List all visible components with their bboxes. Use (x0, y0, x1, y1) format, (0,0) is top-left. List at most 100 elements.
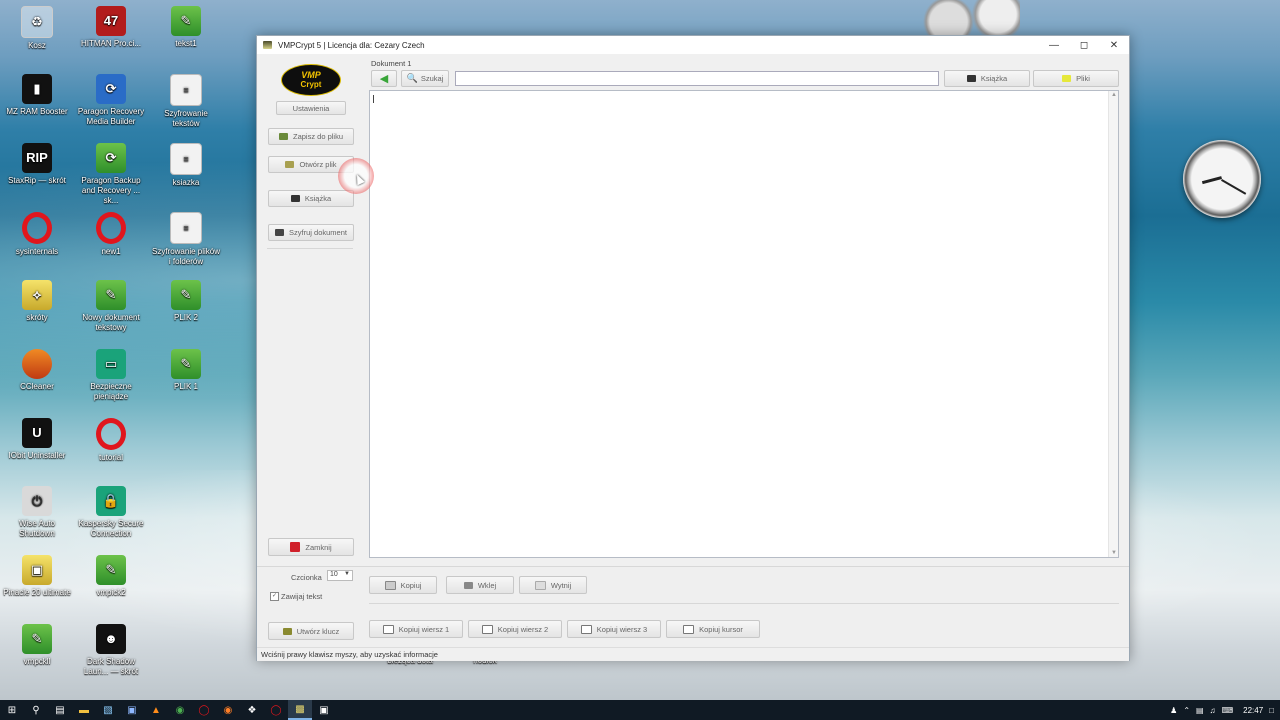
desktop-icon-label: Bezpieczne pieniądze (90, 382, 132, 401)
copy-button[interactable]: Kopiuj (369, 576, 437, 594)
desktop-icon[interactable]: ≡ Szyfrowanie plików i folderów (151, 212, 221, 267)
scroll-down-icon[interactable]: ▼ (1111, 550, 1117, 556)
clock-minute-hand (1221, 179, 1247, 195)
desktop-icon[interactable]: ⟳ Paragon Recovery Media Builder (76, 74, 146, 127)
desktop-icon-label: vmpick2 (96, 588, 126, 597)
desktop-icon[interactable]: sysinternals (2, 212, 72, 257)
desktop-icon-label: Wise Auto Shutdown (18, 519, 55, 538)
document-tab[interactable]: Dokument 1 (371, 59, 411, 68)
settings-button[interactable]: Ustawienia (276, 101, 346, 115)
lower-separator (369, 603, 1119, 604)
vmpcrypt-taskbar-icon[interactable]: ▩ (288, 700, 312, 720)
ccleaner-icon (22, 349, 52, 379)
book-button[interactable]: Książka (268, 190, 354, 207)
start-button[interactable]: ⊞ (0, 700, 24, 720)
desktop-icon[interactable]: tutorial (76, 418, 146, 463)
status-text: Wciśnij prawy klawisz myszy, aby uzyskać… (261, 649, 438, 659)
desktop-icon[interactable]: ≡ Szyfrowanie tekstów (151, 74, 221, 129)
desktop-icon[interactable]: ✎ PLIK 1 (151, 349, 221, 392)
create-key-button[interactable]: Utwórz klucz (268, 622, 354, 640)
clock-gadget[interactable] (1183, 140, 1261, 218)
search-button[interactable]: 🔍 Szukaj (401, 70, 449, 87)
chrome-icon[interactable]: ◉ (168, 700, 192, 720)
store-icon[interactable]: ▣ (120, 700, 144, 720)
copy-row1-button[interactable]: Kopiuj wiersz 1 (369, 620, 463, 638)
desktop-icon-label: tutorial (98, 453, 123, 462)
app-window-icon[interactable]: ▣ (312, 700, 336, 720)
title-bar[interactable]: VMPCrypt 5 | Licencja dla: Cezary Czech … (257, 36, 1129, 54)
desktop-icon[interactable]: U IObit Uninstaller (2, 418, 72, 461)
desktop-icon[interactable]: ✎ Nowy dokument tekstowy (76, 280, 146, 333)
desktop-icon[interactable]: ☻ Dark Shadow Laun... — skrót (76, 624, 146, 677)
desktop-icon[interactable]: new1 (76, 212, 146, 257)
volume-icon[interactable]: ♫ (1210, 706, 1216, 715)
opera-icon[interactable]: ◯ (264, 700, 288, 720)
system-tray: ♟ ⌃ ▤ ♫ ⌨ 22:47 □ (1170, 706, 1280, 715)
keyboard-icon[interactable]: ⌨ (1222, 706, 1234, 715)
app-icon[interactable]: ❖ (240, 700, 264, 720)
files-label: Pliki (1076, 74, 1090, 83)
desktop-icon[interactable]: ▮ MZ RAM Booster (2, 74, 72, 117)
desktop-icon[interactable]: ⟳ Paragon Backup and Recovery ... sk... (76, 143, 146, 206)
desktop-icon[interactable]: ⟡ skróty (2, 280, 72, 323)
font-size-select[interactable]: 10 ▼ (327, 570, 353, 581)
desktop-icon-label: PLIK 2 (173, 313, 198, 322)
close-button[interactable]: Zamknij (268, 538, 354, 556)
desktop-icon[interactable]: 47 HITMAN Pro.ci... (76, 6, 146, 49)
paste-button[interactable]: Wklej (446, 576, 514, 594)
desktop-icon[interactable]: RIP StaxRip — skrót (2, 143, 72, 186)
desktop-icon[interactable]: ▭ Bezpieczne pieniądze (76, 349, 146, 402)
save-icon (278, 133, 288, 140)
desktop-icon-label: CCleaner (20, 382, 54, 391)
people-icon[interactable]: ♟ (1170, 706, 1177, 715)
files-button[interactable]: Pliki (1033, 70, 1119, 87)
encrypt-label: Szyfruj dokument (289, 228, 347, 237)
copy-row3-button[interactable]: Kopiuj wiersz 3 (567, 620, 661, 638)
desktop-icon[interactable]: ✎ vmpick2 (76, 555, 146, 598)
task-view-icon[interactable]: ▤ (48, 700, 72, 720)
gadget-meter (910, 0, 1020, 36)
wrap-text-checkbox[interactable]: ✓ Zawijaj tekst (270, 592, 322, 601)
desktop-icon[interactable]: ✎ PLIK 2 (151, 280, 221, 323)
desktop-icon[interactable]: ✎ vmpckll (2, 624, 72, 667)
vlc-icon[interactable]: ▲ (144, 700, 168, 720)
desktop-icon[interactable]: ⏻ Wise Auto Shutdown (2, 486, 72, 539)
document-icon: ≡ (170, 143, 202, 175)
chevron-up-icon[interactable]: ⌃ (1183, 706, 1190, 715)
search-input[interactable] (455, 71, 939, 86)
minimize-button[interactable]: — (1039, 36, 1069, 54)
book-top-button[interactable]: Książka (944, 70, 1030, 87)
encrypt-document-button[interactable]: Szyfruj dokument (268, 224, 354, 241)
document-editor[interactable]: ▲ ▼ (369, 90, 1119, 558)
copy-icon (384, 580, 396, 590)
copy-row2-button[interactable]: Kopiuj wiersz 2 (468, 620, 562, 638)
opera-icon[interactable]: ◯ (192, 700, 216, 720)
desktop-icon[interactable]: ♻ Kosz (2, 6, 72, 51)
save-to-file-button[interactable]: Zapisz do pliku (268, 128, 354, 145)
vertical-scrollbar[interactable]: ▲ ▼ (1108, 91, 1118, 557)
desktop-icon[interactable]: 🔒 Kaspersky Secure Connection (76, 486, 146, 539)
desktop-icon[interactable]: ▣ Pinacle 20 ultimate (2, 555, 72, 598)
clock-time[interactable]: 22:47 (1243, 706, 1263, 715)
network-icon[interactable]: ▤ (1196, 706, 1204, 715)
desktop-icon[interactable]: ≡ ksiazka (151, 143, 221, 188)
copy-cursor-button[interactable]: Kopiuj kursor (666, 620, 760, 638)
desktop-icon[interactable]: ✎ tekst1 (151, 6, 221, 49)
search-icon[interactable]: ⚲ (24, 700, 48, 720)
notepad-icon[interactable]: ▧ (96, 700, 120, 720)
notification-icon[interactable]: □ (1269, 706, 1274, 715)
firefox-icon[interactable]: ◉ (216, 700, 240, 720)
scroll-up-icon[interactable]: ▲ (1111, 92, 1117, 98)
encrypt-icon (275, 229, 285, 236)
maximize-button[interactable]: ◻ (1069, 36, 1099, 54)
text-document-icon: ✎ (22, 624, 52, 654)
iobit-icon: U (22, 418, 52, 448)
back-button[interactable]: ◀ (371, 70, 397, 87)
app-icon (263, 41, 272, 49)
desktop-icon[interactable]: CCleaner (2, 349, 72, 392)
logo-text-top: VMP (301, 70, 321, 80)
close-window-button[interactable]: ✕ (1099, 36, 1129, 54)
cut-button[interactable]: Wytnij (519, 576, 587, 594)
file-explorer-icon[interactable]: ▬ (72, 700, 96, 720)
vmpcrypt-window: VMPCrypt 5 | Licencja dla: Cezary Czech … (256, 35, 1130, 661)
